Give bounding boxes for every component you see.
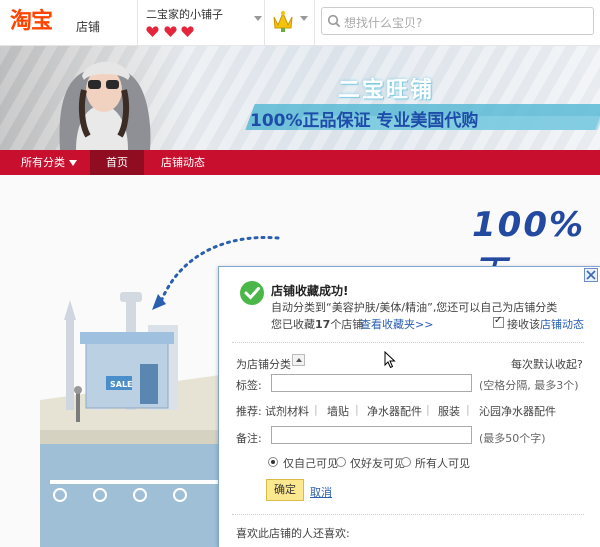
- cancel-link[interactable]: 取消: [310, 484, 332, 500]
- count-suffix: 个店铺: [330, 318, 364, 331]
- search-box[interactable]: 想找什么宝贝?: [321, 7, 594, 35]
- crown-icon[interactable]: [272, 9, 294, 33]
- shop-dropdown-icon[interactable]: [254, 16, 262, 21]
- note-input[interactable]: [271, 426, 472, 444]
- visibility-all-radio[interactable]: [401, 457, 411, 467]
- search-icon: [327, 14, 341, 28]
- logo-subtitle: 店铺: [76, 20, 101, 34]
- close-button[interactable]: [584, 268, 598, 282]
- receive-updates-checkbox[interactable]: [493, 315, 504, 328]
- mouse-cursor-icon: [384, 351, 396, 369]
- rec-tag[interactable]: 净水器配件: [367, 403, 422, 419]
- heart-icon: [163, 25, 177, 38]
- visibility-self-label: 仅自己可见: [283, 457, 338, 470]
- separator: |: [466, 403, 470, 416]
- receive-updates-label: 接收该店铺动态: [507, 316, 584, 332]
- shop-rating: [146, 25, 195, 39]
- recommend-label: 推荐:: [236, 405, 262, 418]
- success-check-icon: [240, 281, 264, 305]
- close-icon: [586, 270, 596, 280]
- divider: [232, 342, 584, 343]
- separator: |: [426, 403, 430, 416]
- also-like-label: 喜欢此店铺的人还喜欢:: [236, 527, 350, 540]
- desc-category: “美容护肤/美体/精油”: [326, 301, 433, 314]
- divider: [232, 514, 584, 515]
- dialog-title: 店铺收藏成功!: [271, 284, 349, 298]
- divider: [314, 0, 315, 46]
- banner-slogan: 100%正品保证 专业美国代购: [250, 111, 479, 131]
- collapse-toggle[interactable]: [292, 354, 305, 366]
- rec-tag[interactable]: 服装: [438, 403, 460, 419]
- tag-hint: (空格分隔, 最多3个): [479, 379, 579, 392]
- caret-down-icon: [69, 160, 77, 166]
- city-illustration: SALE: [40, 292, 220, 547]
- visibility-all-label: 所有人可见: [415, 457, 470, 470]
- desc-prefix: 自动分类到: [271, 301, 326, 314]
- banner-title: 二宝旺铺: [338, 78, 435, 103]
- sale-sign: SALE: [110, 380, 133, 389]
- tag-label: 标签:: [236, 379, 262, 392]
- note-label: 备注:: [236, 432, 262, 445]
- nav-label: 首页: [106, 156, 128, 169]
- shop-nav: 所有分类 首页 店铺动态: [0, 150, 600, 175]
- heart-icon: [146, 25, 159, 38]
- rec-tag[interactable]: 试剂材料: [265, 403, 309, 419]
- nav-all-categories[interactable]: 所有分类: [14, 150, 84, 175]
- receive-prefix: 接收该: [507, 318, 540, 331]
- divider: [137, 0, 138, 46]
- taobao-logo[interactable]: 淘宝: [10, 9, 53, 35]
- divider: [264, 0, 265, 46]
- model-photo: [59, 61, 151, 150]
- shop-updates-link[interactable]: 店铺动态: [540, 318, 584, 331]
- top-bar: 淘宝 店铺 二宝家的小铺子 想找什么宝贝?: [0, 0, 600, 46]
- crown-dropdown-icon[interactable]: [300, 16, 308, 21]
- visibility-self-radio[interactable]: [268, 457, 278, 467]
- visibility-friends-label: 仅好友可见: [350, 457, 405, 470]
- shop-banner: 二宝旺铺 100%正品保证 专业美国代购: [0, 46, 600, 150]
- classify-label: 为店铺分类: [236, 358, 291, 371]
- rec-tag[interactable]: 墙贴: [327, 403, 349, 419]
- nav-home[interactable]: 首页: [90, 150, 144, 175]
- shop-name[interactable]: 二宝家的小铺子: [146, 6, 223, 22]
- auto-category-text: 自动分类到“美容护肤/美体/精油”,您还可以自己为店铺分类: [271, 299, 557, 315]
- nav-label: 店铺动态: [161, 156, 205, 169]
- rec-tag[interactable]: 沁园净水器配件: [479, 403, 556, 419]
- separator: |: [314, 403, 318, 416]
- visibility-friends-radio[interactable]: [336, 457, 346, 467]
- confirm-button[interactable]: 确定: [266, 479, 304, 501]
- collection-count-text: 您已收藏17个店铺: [271, 316, 363, 332]
- desc-suffix: ,您还可以自己为店铺分类: [432, 301, 558, 314]
- view-favorites-link[interactable]: 查看收藏夹>>: [360, 316, 433, 332]
- tag-input[interactable]: [271, 374, 472, 392]
- heart-icon: [181, 25, 194, 38]
- collection-count: 17: [315, 318, 331, 331]
- default-collapse-link[interactable]: 每次默认收起?: [511, 356, 583, 372]
- note-hint: (最多50个字): [479, 432, 546, 445]
- count-prefix: 您已收藏: [271, 318, 315, 331]
- nav-shop-updates[interactable]: 店铺动态: [150, 150, 216, 175]
- nav-label: 所有分类: [21, 156, 65, 169]
- separator: |: [355, 403, 359, 416]
- search-placeholder: 想找什么宝贝?: [344, 16, 423, 30]
